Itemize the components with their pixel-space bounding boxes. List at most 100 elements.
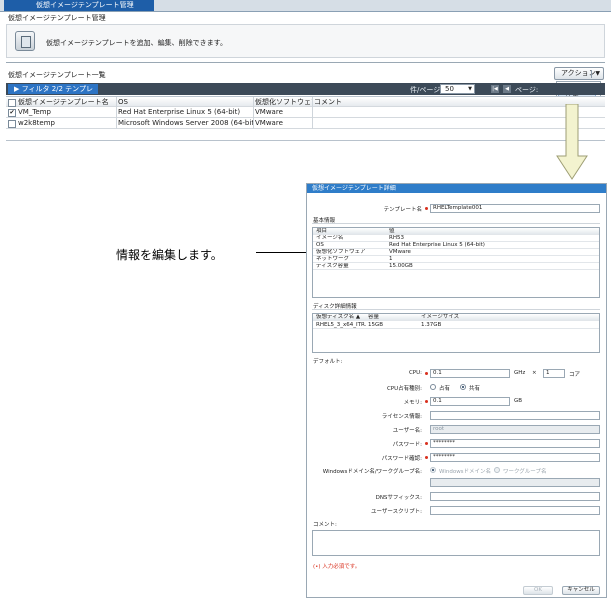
row-checkbox[interactable] [6,118,16,129]
cpu-unit: GHz [514,370,526,376]
per-page-select[interactable]: 50 ▼ [440,84,475,94]
table-row: OS Red Hat Enterprise Linux 5 (64-bit) [313,242,599,249]
cell-key: ネットワーク [316,256,350,262]
domain-input[interactable] [430,478,600,487]
column-header-disk-name[interactable]: 仮想ディスク名 ▲ [316,314,366,321]
table-row[interactable]: ✔ VM_Temp Red Hat Enterprise Linux 5 (64… [6,107,605,118]
table-row: ディスク容量 15.00GB [313,263,599,270]
required-marker [425,456,428,459]
core-unit: コア [569,372,581,378]
page-title: 仮想イメージテンプレート管理 [8,14,106,22]
dns-input[interactable] [430,492,600,501]
column-header-capacity[interactable]: 容量 [368,314,379,321]
annotation-text: 情報を編集します。 [116,248,223,262]
template-icon [15,31,35,51]
password-input[interactable]: ******** [430,439,600,448]
cell-name: w2k8temp [18,118,117,129]
action-button[interactable]: アクション ▼ [554,67,604,80]
ok-button[interactable]: OK [523,586,553,595]
table-row: 仮想化ソフトウェア VMware [313,249,599,256]
table-row[interactable]: w2k8temp Microsoft Windows Server 2008 (… [6,118,605,129]
divider [312,309,600,310]
first-page-icon[interactable]: |◀ [491,85,499,93]
password-label: パスワード: [392,442,422,448]
cell-value: 15.00GB [389,263,413,269]
play-icon: ▶ [14,85,22,93]
prev-page-icon[interactable]: ◀ [503,85,511,93]
comment-label: コメント: [313,522,337,528]
column-header-image-size[interactable]: イメージサイズ [421,314,459,321]
cell-key: OS [316,242,324,248]
radio-windows-domain[interactable] [430,467,436,473]
down-arrow-icon [556,104,588,180]
required-marker [425,207,428,210]
required-note: (•) 入力必須です。 [313,564,361,570]
cell-value: 1 [389,256,393,262]
cell-capacity: 15GB [368,322,384,328]
cell-key: ディスク容量 [316,263,349,269]
basic-info-table: 項目 値 イメージ名 RH53 OS Red Hat Enterprise Li… [312,227,600,298]
column-header-value: 値 [389,228,395,234]
cell-value: RH53 [389,235,404,241]
cell-os: Red Hat Enterprise Linux 5 (64-bit) [118,107,254,118]
comment-textarea[interactable] [312,530,600,556]
user-input[interactable]: root [430,425,600,434]
radio-workgroup-label: ワークグループ名 [503,469,547,475]
required-marker [425,442,428,445]
user-script-input[interactable] [430,506,600,515]
default-title: デフォルト: [313,359,343,365]
cell-comment [314,107,394,118]
cell-os: Microsoft Windows Server 2008 (64-bit [118,118,254,129]
page-label: ページ: [515,86,539,94]
divider [591,70,592,78]
radio-windows-domain-label: Windowsドメイン名 [439,469,492,475]
cell-name: VM_Temp [18,107,117,118]
license-input[interactable] [430,411,600,420]
memory-unit: GB [514,398,523,404]
cell-comment [314,118,394,129]
template-name-input[interactable]: RHELTemplate001 [430,204,600,213]
password-confirm-input[interactable]: ******** [430,453,600,462]
required-marker [425,400,428,403]
cell-key: 仮想化ソフトウェア [316,249,366,255]
template-name-label: テンプレート名 [383,207,422,213]
table-header: 項目 値 [313,228,599,235]
chevron-down-icon: ▼ [595,70,600,77]
cell-image-size: 1.37GB [421,322,442,328]
chevron-down-icon: ▼ [468,86,472,92]
cell-virtualization: VMware [255,118,313,129]
dialog-title: 仮想イメージテンプレート詳細 [307,184,606,193]
radio-dedicated-label: 占有 [439,386,451,392]
radio-workgroup[interactable] [494,467,500,473]
grid-bottom-border [6,140,605,141]
disk-info-table: 仮想ディスク名 ▲ 容量 イメージサイズ RHEL5_3_x64_ITR.. 1… [312,313,600,353]
cpu-share-label: CPU占有種別: [386,386,422,392]
tab-template-management[interactable]: 仮想イメージテンプレート管理 [4,0,154,11]
cpu-input[interactable]: 0.1 [430,369,510,378]
filter-button[interactable]: ▶ フィルタ 2/2 テンプレート [8,84,98,103]
radio-dedicated[interactable] [430,384,436,390]
user-script-label: ユーザースクリプト: [371,509,422,515]
per-page-value: 50 [445,85,454,93]
divider [312,223,600,224]
times-sign: × [532,370,537,376]
cpu-label: CPU: [408,370,422,376]
cell-virtualization: VMware [255,107,313,118]
required-marker [425,372,428,375]
memory-input[interactable]: 0.1 [430,397,510,406]
column-header-item: 項目 [316,228,328,234]
divider [6,62,605,63]
grid-header: 仮想イメージテンプレート名 OS 仮想化ソフトウェア コメント [6,96,605,108]
user-label: ユーザー名: [392,428,422,434]
core-input[interactable]: 1 [543,369,565,378]
row-checkbox[interactable]: ✔ [6,107,16,118]
list-title: 仮想イメージテンプレート一覧 [8,71,106,79]
table-row: イメージ名 RH53 [313,235,599,242]
cell-disk-name: RHEL5_3_x64_ITR.. [316,322,366,328]
cancel-button[interactable]: キャンセル [562,586,600,595]
cell-value: VMware [389,249,411,255]
domain-label: Windowsドメイン名/ワークグループ名: [322,469,422,475]
dns-label: DNSサフィックス: [375,495,422,501]
radio-shared[interactable] [460,384,466,390]
table-row[interactable]: RHEL5_3_x64_ITR.. 15GB 1.37GB [313,322,599,329]
